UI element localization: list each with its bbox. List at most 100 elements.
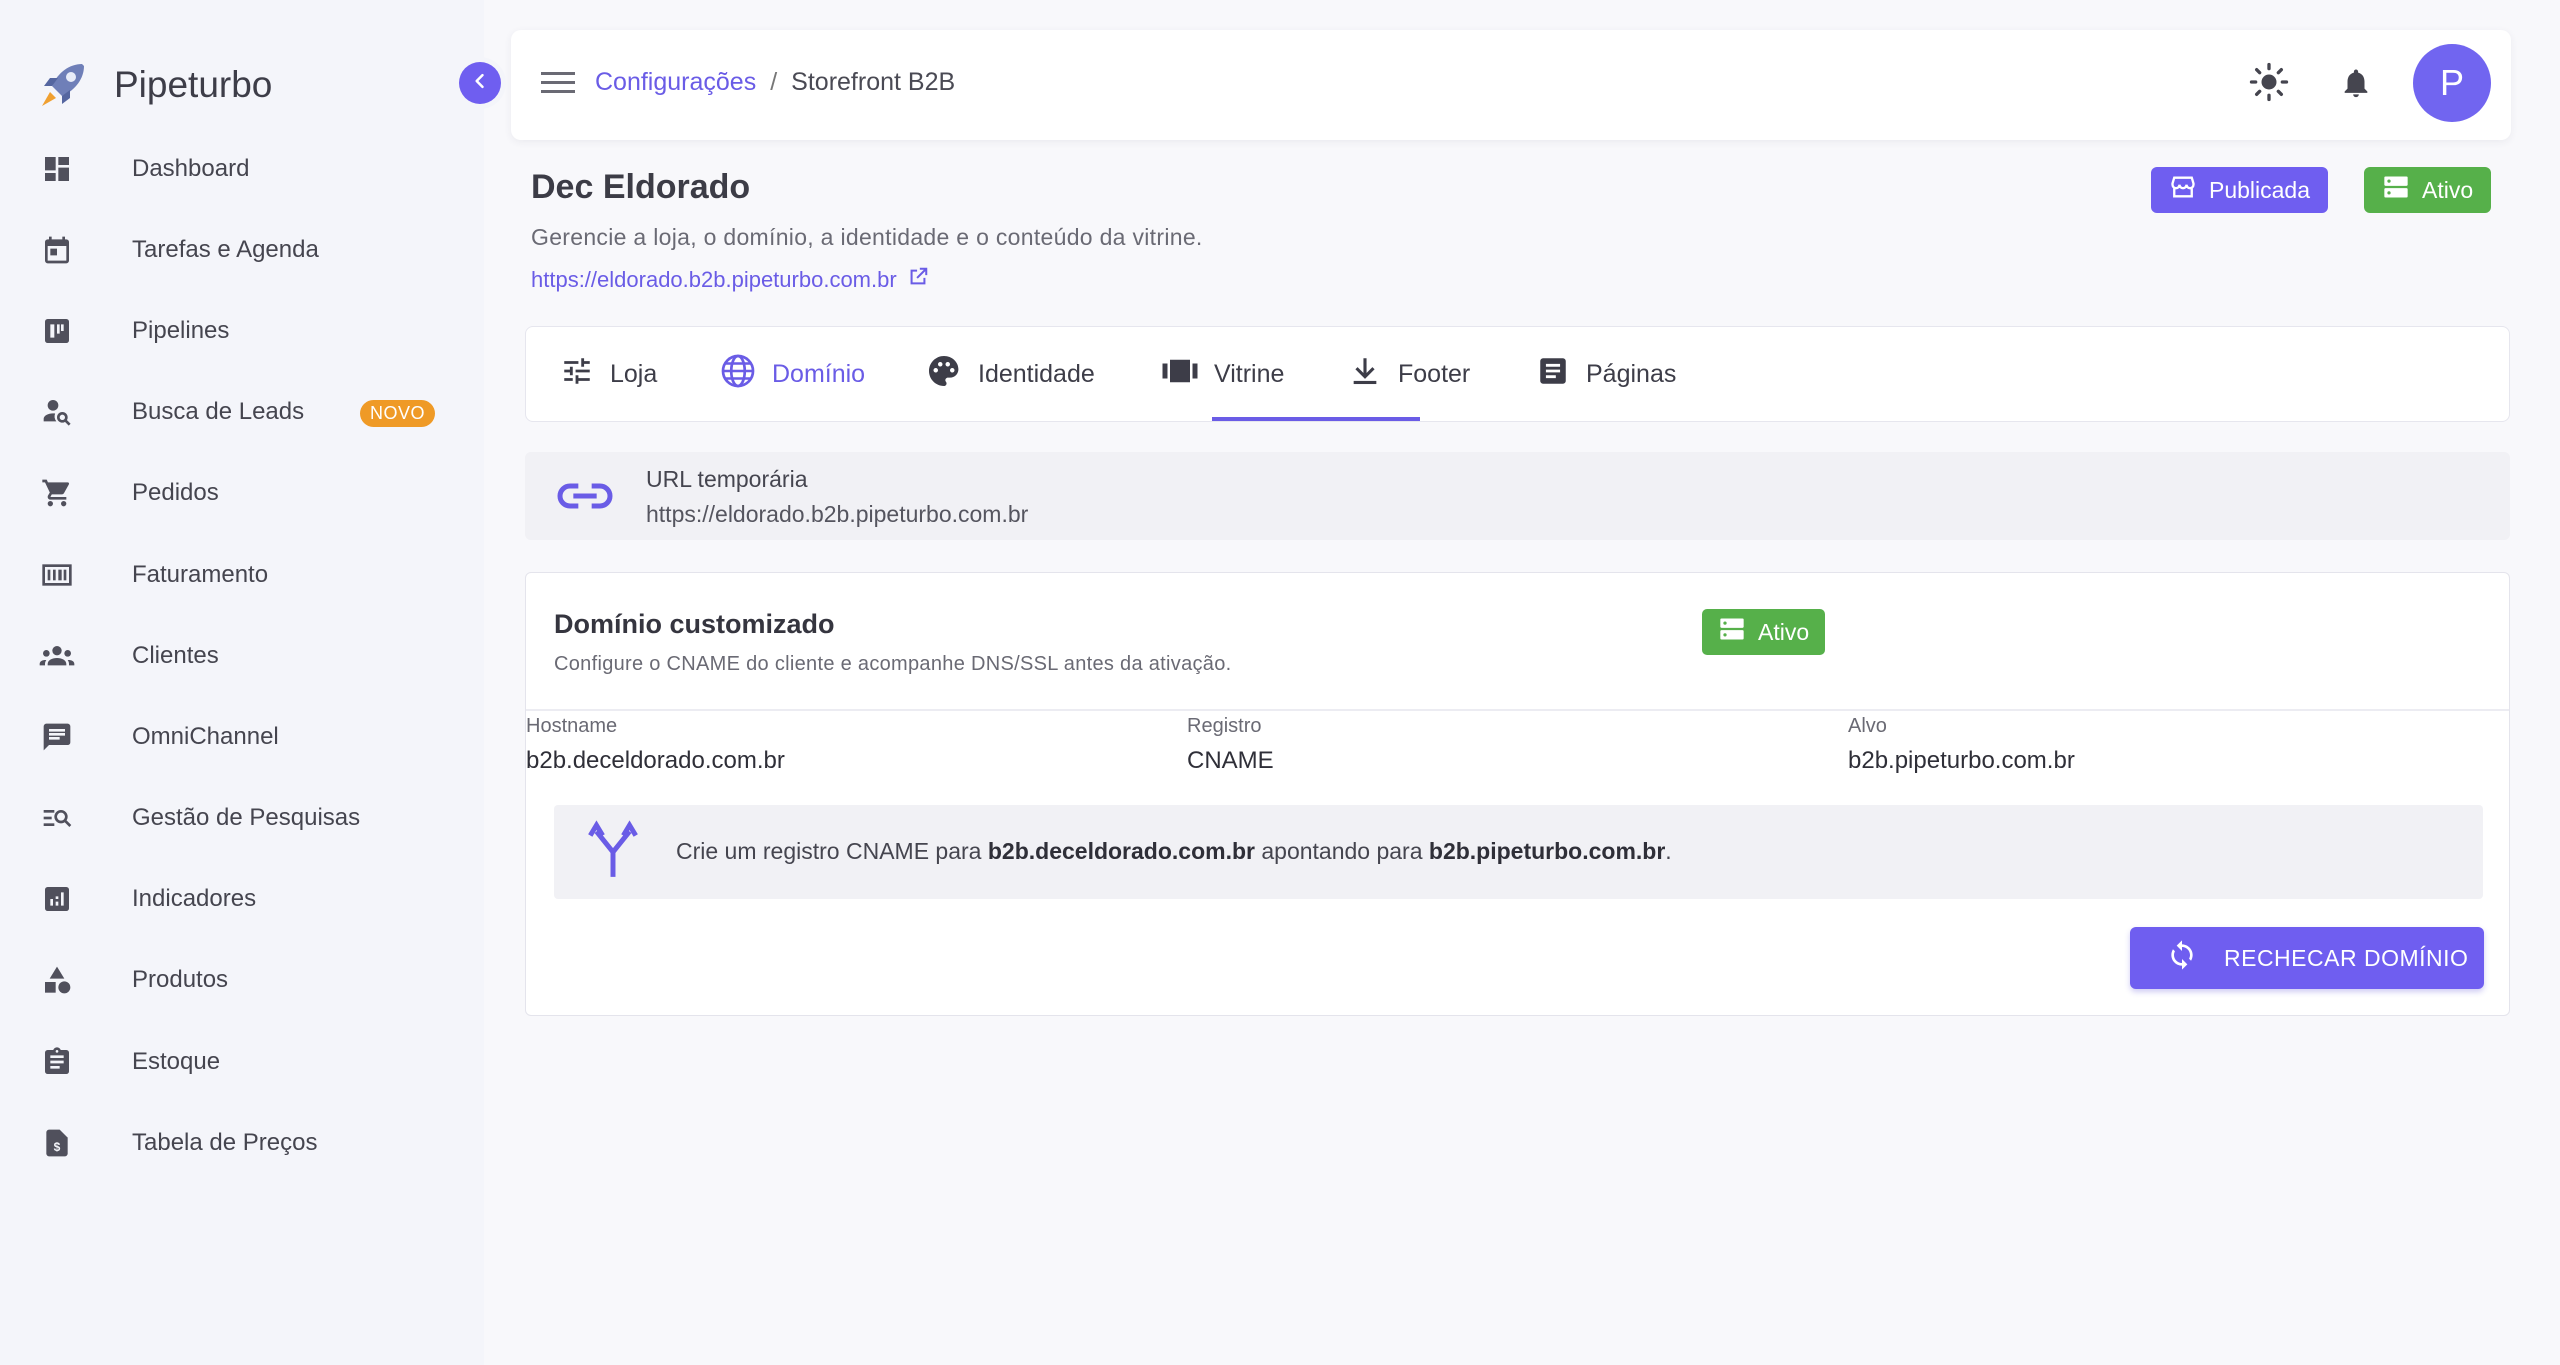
new-badge: NOVO <box>360 399 436 427</box>
tab-footer[interactable]: Footer <box>1348 327 1470 421</box>
sidebar-item-label: Pipelines <box>132 316 230 344</box>
settings-tabs: Loja Domínio Identidade Vitrine Footer P… <box>525 326 2510 422</box>
sidebar-item-gestao-de-pesquisas[interactable]: Gestão de Pesquisas <box>0 778 484 859</box>
page-description: Gerencie a loja, o domínio, a identidade… <box>531 224 1203 250</box>
custom-domain-title: Domínio customizado <box>554 609 835 639</box>
tab-loja[interactable]: Loja <box>560 327 657 421</box>
tab-vitrine[interactable]: Vitrine <box>1162 327 1284 421</box>
tab-label: Vitrine <box>1214 359 1285 388</box>
sidebar-item-label: Tarefas e Agenda <box>132 235 319 263</box>
article-icon <box>1536 354 1570 395</box>
temporary-url-panel: URL temporária https://eldorado.b2b.pipe… <box>525 452 2510 540</box>
tab-label: Páginas <box>1586 359 1677 388</box>
target-value: b2b.pipeturbo.com.br <box>1848 747 2075 774</box>
tab-label: Footer <box>1398 359 1471 388</box>
sidebar-item-pipelines[interactable]: Pipelines <box>0 290 484 371</box>
dns-icon <box>1718 615 1746 649</box>
billing-icon <box>38 556 76 594</box>
sidebar-item-label: Busca de Leads <box>132 398 305 426</box>
price-doc-icon: $ <box>38 1124 76 1162</box>
collapse-sidebar-button[interactable] <box>459 62 501 104</box>
calendar-icon <box>38 231 76 269</box>
breadcrumb-separator: / <box>770 68 778 96</box>
storefront-icon <box>2169 173 2197 207</box>
breadcrumb-current: Storefront B2B <box>791 68 956 96</box>
tab-paginas[interactable]: Páginas <box>1536 327 1676 421</box>
sidebar-item-label: Clientes <box>132 641 219 669</box>
chevron-left-icon <box>470 71 490 96</box>
theme-toggle-sun-icon[interactable] <box>2249 62 2289 107</box>
cname-instruction-host: b2b.deceldorado.com.br <box>987 838 1255 864</box>
brand[interactable]: Pipeturbo <box>34 56 272 114</box>
published-label: Publicada <box>2209 176 2311 203</box>
recheck-domain-button[interactable]: RECHECAR DOMÍNIO <box>2130 927 2484 989</box>
sidebar-item-produtos[interactable]: Produtos <box>0 940 484 1021</box>
sidebar-item-pedidos[interactable]: Pedidos <box>0 453 484 534</box>
analytics-icon <box>38 880 76 918</box>
sidebar-item-label: Gestão de Pesquisas <box>132 804 361 832</box>
tune-icon <box>560 354 594 395</box>
sidebar-item-tabela-de-precos[interactable]: $ Tabela de Preços <box>0 1102 484 1183</box>
cname-instruction-text: Crie um registro CNAME para b2b.deceldor… <box>676 838 1672 865</box>
brand-name: Pipeturbo <box>114 64 273 105</box>
people-icon <box>38 637 76 675</box>
dns-icon <box>2382 173 2410 207</box>
chat-icon <box>38 718 76 756</box>
cname-instruction-target: b2b.pipeturbo.com.br <box>1428 838 1666 864</box>
top-bar: Configurações / Storefront B2B P <box>511 30 2511 140</box>
sidebar-item-label: Produtos <box>132 966 229 994</box>
sidebar-item-label: Dashboard <box>132 154 250 182</box>
sidebar-item-tarefas[interactable]: Tarefas e Agenda <box>0 209 484 290</box>
kanban-icon <box>38 312 76 350</box>
clipboard-icon <box>38 1043 76 1081</box>
user-avatar[interactable]: P <box>2413 44 2491 122</box>
sidebar-item-label: Pedidos <box>132 479 219 507</box>
sidebar-item-omnichannel[interactable]: OmniChannel <box>0 696 484 777</box>
domain-status-label: Ativo <box>1758 618 1810 645</box>
sidebar-item-dashboard[interactable]: Dashboard <box>0 128 484 209</box>
tab-dominio[interactable]: Domínio <box>720 327 865 421</box>
store-url-text: https://eldorado.b2b.pipeturbo.com.br <box>531 267 897 292</box>
breadcrumb: Configurações / Storefront B2B <box>595 68 955 97</box>
active-status-button[interactable]: Ativo <box>2364 167 2492 213</box>
carousel-icon <box>1162 356 1198 393</box>
sidebar-item-label: Faturamento <box>132 560 269 588</box>
sidebar-item-faturamento[interactable]: Faturamento <box>0 534 484 615</box>
fork-arrow-icon <box>588 819 638 886</box>
open-in-new-icon <box>907 266 929 294</box>
cname-instruction-middle: apontando para <box>1261 838 1423 864</box>
sidebar-item-label: Indicadores <box>132 885 257 913</box>
cname-instruction-prefix: Crie um registro CNAME para <box>676 838 982 864</box>
temporary-url-title: URL temporária <box>646 466 808 492</box>
breadcrumb-link-configuracoes[interactable]: Configurações <box>595 68 756 97</box>
target-header: Alvo <box>1848 715 1887 737</box>
palette-icon <box>926 353 962 396</box>
svg-text:$: $ <box>54 1140 61 1154</box>
sidebar-nav: Dashboard Tarefas e Agenda Pipelines Bus… <box>0 128 484 1183</box>
custom-domain-description: Configure o CNAME do cliente e acompanhe… <box>554 653 1232 675</box>
download-icon <box>1348 354 1382 395</box>
published-status-button[interactable]: Publicada <box>2151 167 2329 213</box>
rocket-logo-icon <box>34 56 92 114</box>
store-url-link[interactable]: https://eldorado.b2b.pipeturbo.com.br <box>531 266 929 294</box>
sidebar-item-label: Estoque <box>132 1047 221 1075</box>
sidebar-item-clientes[interactable]: Clientes <box>0 615 484 696</box>
dashboard-icon <box>38 150 76 188</box>
page-title: Dec Eldorado <box>531 168 751 206</box>
menu-icon[interactable] <box>541 70 575 101</box>
survey-search-icon <box>38 799 76 837</box>
tab-identidade[interactable]: Identidade <box>926 327 1095 421</box>
active-label: Ativo <box>2422 176 2474 203</box>
globe-icon <box>720 353 756 396</box>
category-icon <box>38 961 76 999</box>
hostname-value: b2b.deceldorado.com.br <box>526 747 785 774</box>
sidebar-item-busca-de-leads[interactable]: Busca de Leads NOVO <box>0 372 484 453</box>
sidebar-item-estoque[interactable]: Estoque <box>0 1021 484 1102</box>
cname-instruction-suffix: . <box>1665 838 1672 864</box>
cname-instruction: Crie um registro CNAME para b2b.deceldor… <box>554 805 2483 899</box>
divider <box>526 709 2509 711</box>
sidebar-item-indicadores[interactable]: Indicadores <box>0 859 484 940</box>
refresh-icon <box>2166 939 2198 977</box>
notifications-bell-icon[interactable] <box>2339 65 2373 106</box>
tab-label: Identidade <box>978 359 1095 388</box>
